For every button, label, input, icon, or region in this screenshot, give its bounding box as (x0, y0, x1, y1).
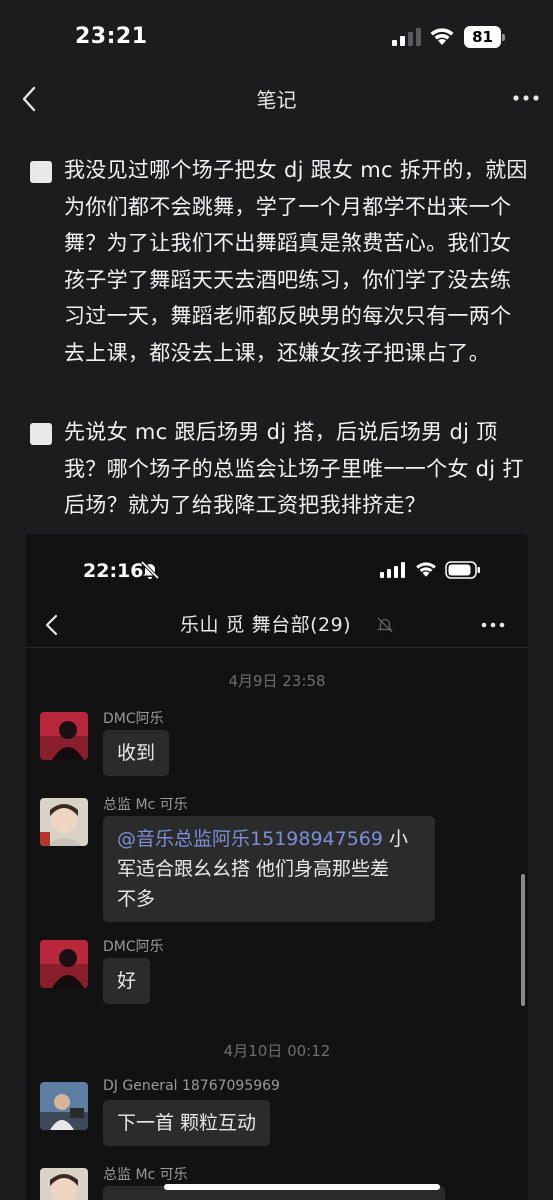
checkbox-icon[interactable] (30, 161, 52, 183)
wifi-icon (430, 28, 454, 45)
status-bar: 23:21 81 (0, 0, 553, 74)
sender-name: 总监 Mc 可乐 (103, 797, 188, 813)
checklist-text[interactable]: 先说女 mc 跟后场男 dj 搭，后说后场男 dj 顶我？哪个场子的总监会让场子… (64, 414, 530, 524)
mention[interactable]: @音乐总监阿乐 (117, 828, 250, 850)
checklist-item: 先说女 mc 跟后场男 dj 搭，后说后场男 dj 顶我？哪个场子的总监会让场子… (30, 414, 530, 524)
page-title: 笔记 (256, 88, 297, 112)
chat-nav-bar: 乐山 觅 舞台部(29) (26, 602, 528, 648)
embedded-status-time: 22:16 (83, 560, 144, 582)
battery-icon: 81 (464, 26, 506, 48)
more-icon[interactable] (508, 84, 544, 112)
checkbox-icon[interactable] (30, 423, 52, 445)
checklist-text[interactable]: 我没见过哪个场子把女 dj 跟女 mc 拆开的，就因为你们都不会跳舞，学了一个月… (64, 152, 530, 371)
message-bubble[interactable]: 收到 (103, 730, 170, 776)
battery-level: 81 (464, 26, 501, 48)
chevron-left-icon[interactable] (40, 610, 64, 640)
message-bubble[interactable]: 好 (103, 958, 151, 1004)
avatar[interactable] (40, 940, 88, 988)
message-bubble[interactable]: @音乐总监阿乐15198947569 小军适合跟幺幺搭 他们身高那些差 不多 (103, 816, 435, 922)
phone-number[interactable]: 15198947569 (250, 828, 383, 850)
chat-timestamp: 4月10日 00:12 (223, 1042, 331, 1060)
avatar[interactable] (40, 712, 88, 760)
bell-off-icon (377, 617, 393, 633)
chat-timestamp: 4月9日 23:58 (228, 672, 326, 690)
message-bubble[interactable]: 下一首 颗粒互动 (103, 1100, 271, 1146)
embedded-screenshot: 22:16 乐山 觅 舞台部(29) 4月9日 23:58 DMC阿乐 收到 总… (26, 534, 528, 1200)
signal-icon (392, 28, 421, 46)
home-indicator (164, 1184, 440, 1190)
avatar[interactable] (40, 1082, 88, 1130)
sender-name: DMC阿乐 (103, 939, 164, 955)
checklist-item: 我没见过哪个场子把女 dj 跟女 mc 拆开的，就因为你们都不会跳舞，学了一个月… (30, 152, 530, 371)
avatar[interactable] (40, 1168, 88, 1200)
sender-name: 总监 Mc 可乐 (103, 1167, 188, 1183)
sender-name: DMC阿乐 (103, 711, 164, 727)
sender-name: DJ General 18767095969 (103, 1078, 280, 1094)
scrollbar[interactable] (521, 874, 525, 1006)
battery-icon (445, 561, 480, 579)
nav-bar: 笔记 (0, 74, 553, 124)
more-icon[interactable] (478, 614, 508, 636)
wifi-icon (416, 562, 436, 577)
chat-title: 乐山 觅 舞台部(29) (180, 614, 352, 636)
avatar[interactable] (40, 798, 88, 846)
signal-icon (380, 562, 405, 578)
status-time: 23:21 (75, 24, 148, 49)
bell-off-icon (140, 560, 160, 580)
